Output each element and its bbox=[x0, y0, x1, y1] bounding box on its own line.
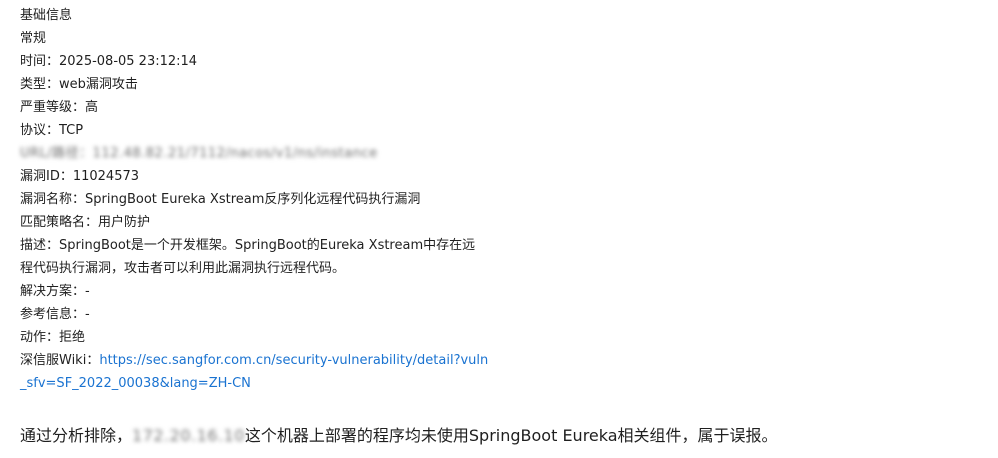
time-field: 时间：2025-08-05 23:12:14 bbox=[20, 54, 198, 69]
policy-field: 匹配策略名：用户防护 bbox=[20, 215, 151, 230]
wiki-field: 深信服Wiki：https://sec.sangfor.com.cn/secur… bbox=[20, 349, 540, 372]
url-field: URL/路径：112.48.82.21/7112/nacos/v1/ns/ins… bbox=[20, 142, 540, 165]
description-line-1: 描述：SpringBoot是一个开发框架。SpringBoot的Eureka X… bbox=[20, 238, 476, 253]
severity-field: 严重等级：高 bbox=[20, 100, 99, 115]
analysis-conclusion: 通过分析排除，172.20.16.10这个机器上部署的程序均未使用SpringB… bbox=[20, 424, 778, 448]
redacted-ip: 172.20.16.10 bbox=[132, 426, 245, 445]
vuln-name-field: 漏洞名称：SpringBoot Eureka Xstream反序列化远程代码执行… bbox=[20, 192, 421, 207]
conclusion-suffix: 这个机器上部署的程序均未使用SpringBoot Eureka相关组件，属于误报… bbox=[244, 426, 778, 445]
wiki-link-continued[interactable]: _sfv=SF_2022_00038&lang=ZH-CN bbox=[20, 376, 251, 391]
section-title: 基础信息 bbox=[20, 8, 73, 23]
redacted-url: URL/路径：112.48.82.21/7112/nacos/v1/ns/ins… bbox=[20, 146, 378, 161]
reference-field: 参考信息：- bbox=[20, 307, 90, 322]
wiki-field-continued: _sfv=SF_2022_00038&lang=ZH-CN bbox=[20, 372, 540, 395]
conclusion-prefix: 通过分析排除， bbox=[20, 426, 133, 445]
vuln-id-field: 漏洞ID：11024573 bbox=[20, 169, 140, 184]
wiki-label: 深信服Wiki： bbox=[20, 353, 100, 368]
protocol-field: 协议：TCP bbox=[20, 123, 84, 138]
description-line-2: 程代码执行漏洞，攻击者可以利用此漏洞执行远程代码。 bbox=[20, 261, 346, 276]
type-field: 类型：web漏洞攻击 bbox=[20, 77, 138, 92]
wiki-link[interactable]: https://sec.sangfor.com.cn/security-vuln… bbox=[99, 353, 488, 368]
solution-field: 解决方案：- bbox=[20, 284, 90, 299]
action-field: 动作：拒绝 bbox=[20, 330, 86, 345]
section-subtitle: 常规 bbox=[20, 31, 47, 46]
alert-info-block: 基础信息 常规 时间：2025-08-05 23:12:14 类型：web漏洞攻… bbox=[20, 4, 540, 395]
